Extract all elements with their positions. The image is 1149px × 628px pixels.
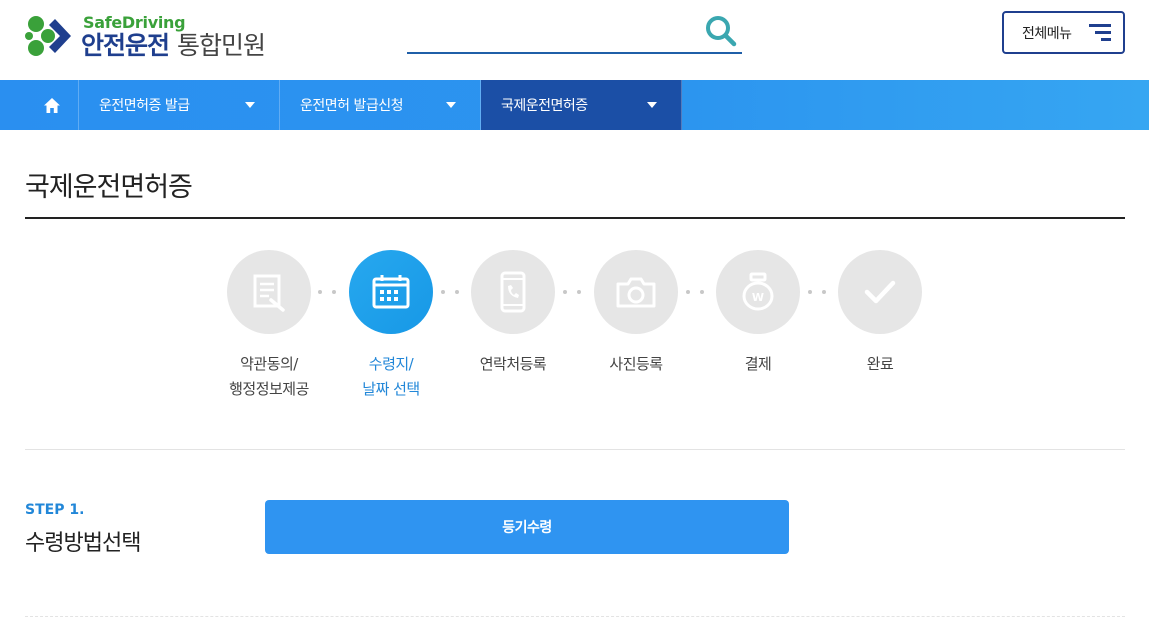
- step-circle: [471, 250, 555, 334]
- step-label-line1: 결제: [744, 355, 772, 373]
- document-icon: [253, 274, 285, 312]
- search-icon[interactable]: [704, 14, 738, 48]
- step-label-line2: 날짜 선택: [362, 380, 420, 398]
- section-divider: [25, 449, 1125, 450]
- step-photo: 사진등록: [576, 250, 696, 377]
- search-input[interactable]: [407, 12, 742, 54]
- logo-korean-sub: 통합민원: [177, 30, 266, 60]
- logo-mark-icon: [25, 16, 71, 56]
- step-label-line1: 약관동의/: [240, 355, 298, 373]
- step-label-line2: 행정정보제공: [229, 380, 309, 398]
- nav-item-label: 운전면허 발급신청: [300, 98, 404, 114]
- hamburger-icon: [1089, 24, 1111, 42]
- step-label-line1: 사진등록: [609, 355, 663, 373]
- step-label: 약관동의/ 행정정보제공: [209, 352, 329, 402]
- logo-text: SafeDriving 안전운전 통합민원: [81, 12, 266, 60]
- title-divider: [25, 217, 1125, 219]
- step-label-line1: 완료: [866, 355, 894, 373]
- check-icon: [864, 280, 896, 304]
- step-contact: 연락처등록: [453, 250, 573, 377]
- site-logo[interactable]: SafeDriving 안전운전 통합민원: [25, 10, 266, 62]
- step-label: 연락처등록: [453, 352, 573, 377]
- step-label-line1: 수령지/: [368, 355, 414, 373]
- page-title: 국제운전면허증: [25, 172, 193, 203]
- site-header: SafeDriving 안전운전 통합민원 전체메뉴: [0, 0, 1149, 80]
- nav-item-international-license[interactable]: 국제운전면허증: [481, 80, 682, 130]
- step-circle: [594, 250, 678, 334]
- registered-mail-button[interactable]: 등기수령: [265, 500, 789, 554]
- nav-bar: 운전면허증 발급 운전면허 발급신청 국제운전면허증: [0, 80, 1149, 130]
- section-divider-dashed: [25, 616, 1125, 617]
- caret-down-icon: [647, 102, 657, 108]
- step-label: 사진등록: [576, 352, 696, 377]
- step-circle: [349, 250, 433, 334]
- payment-icon: W: [742, 272, 774, 311]
- nav-item-license-apply[interactable]: 운전면허 발급신청: [280, 80, 481, 130]
- caret-down-icon: [446, 102, 456, 108]
- logo-english: SafeDriving: [83, 12, 186, 32]
- step-pickup-date: 수령지/ 날짜 선택: [331, 250, 451, 402]
- phone-icon: [500, 271, 526, 313]
- step-terms: 약관동의/ 행정정보제공: [209, 250, 329, 402]
- all-menu-label: 전체메뉴: [1022, 25, 1072, 42]
- step-circle: W: [716, 250, 800, 334]
- nav-item-license-issue[interactable]: 운전면허증 발급: [79, 80, 280, 130]
- nav-item-label: 운전면허증 발급: [99, 98, 190, 114]
- all-menu-button[interactable]: 전체메뉴: [1002, 11, 1125, 54]
- home-icon: [43, 97, 60, 113]
- step-label: 수령지/ 날짜 선택: [331, 352, 451, 402]
- logo-korean-main: 안전운전: [81, 30, 170, 60]
- step-number: STEP 1.: [25, 502, 85, 518]
- home-button[interactable]: [25, 80, 79, 130]
- step-progress: 약관동의/ 행정정보제공 수령지/ 날짜 선택 연락처등록 사진등록 W 결제 …: [0, 250, 1149, 410]
- logo-korean: 안전운전 통합민원: [81, 30, 266, 60]
- calendar-icon: [372, 275, 410, 309]
- step-complete: 완료: [820, 250, 940, 377]
- step-label-line1: 연락처등록: [479, 355, 547, 373]
- nav-item-label: 국제운전면허증: [501, 98, 588, 114]
- step-payment: W 결제: [698, 250, 818, 377]
- step-label: 완료: [820, 352, 940, 377]
- step-circle: [227, 250, 311, 334]
- step-label: 결제: [698, 352, 818, 377]
- step-circle: [838, 250, 922, 334]
- camera-icon: [616, 277, 656, 308]
- svg-text:W: W: [752, 291, 764, 304]
- step-title: 수령방법선택: [25, 531, 141, 556]
- caret-down-icon: [245, 102, 255, 108]
